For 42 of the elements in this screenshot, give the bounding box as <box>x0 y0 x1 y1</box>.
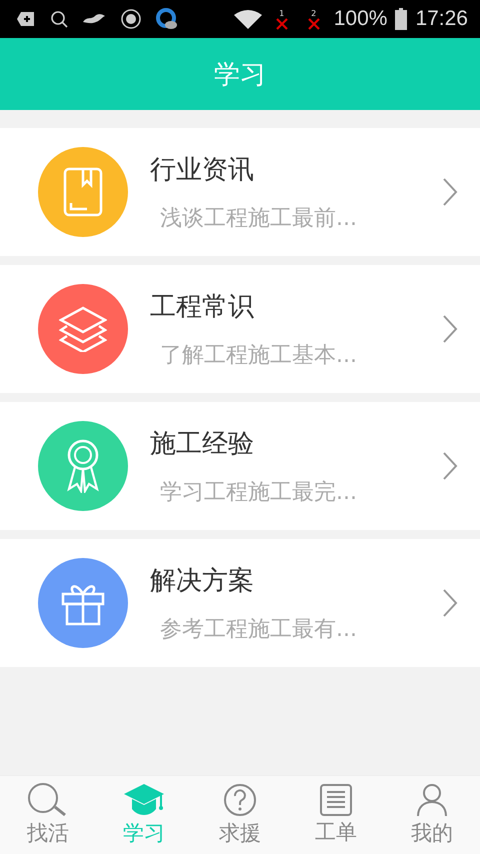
category-card[interactable]: 解决方案 参考工程施工最有... <box>0 539 480 667</box>
category-description: 浅谈工程施工最前... <box>160 204 358 232</box>
category-title: 行业资讯 <box>150 154 255 186</box>
chevron-right-icon <box>442 314 458 344</box>
category-title: 解决方案 <box>150 564 255 598</box>
category-card[interactable]: 行业资讯 浅谈工程施工最前... <box>0 128 480 256</box>
sim-number: 1 <box>279 8 284 18</box>
battery-icon <box>395 8 408 30</box>
category-description: 学习工程施工最完... <box>160 478 358 506</box>
nav-tab[interactable]: 我的 <box>392 783 472 847</box>
list-icon <box>320 784 352 816</box>
help-icon <box>223 783 257 817</box>
person-icon <box>416 783 448 817</box>
sim-number: 2 <box>311 8 316 18</box>
nav-tab[interactable]: 求援 <box>200 783 280 847</box>
chevron-right-icon <box>442 588 458 618</box>
nav-tab[interactable]: 找活 <box>8 783 88 847</box>
award-ribbon-icon <box>65 439 101 493</box>
page-title: 学习 <box>214 58 266 92</box>
layers-icon <box>59 306 107 352</box>
badge-icon <box>120 8 142 30</box>
chevron-right-icon <box>442 177 458 207</box>
category-title: 施工经验 <box>150 428 255 460</box>
category-card[interactable]: 工程常识 了解工程施工基本... <box>0 265 480 393</box>
search-icon <box>27 783 69 817</box>
no-signal-icon <box>308 18 320 30</box>
chevron-right-icon <box>442 451 458 481</box>
wifi-icon <box>234 9 262 29</box>
category-title: 工程常识 <box>150 290 255 324</box>
graduation-cap-icon <box>123 783 165 817</box>
search-icon <box>50 10 68 28</box>
clock: 17:26 <box>415 7 468 31</box>
no-signal-icon <box>276 18 288 30</box>
category-description: 参考工程施工最有... <box>160 616 358 644</box>
cloud-icon <box>156 8 178 30</box>
book-icon <box>63 167 103 217</box>
nav-tab[interactable]: 工单 <box>296 784 376 846</box>
notification-icon <box>16 10 36 28</box>
battery-percent: 100% <box>334 7 388 31</box>
nav-tab[interactable]: 学习 <box>104 783 184 847</box>
category-card[interactable]: 施工经验 学习工程施工最完... <box>0 402 480 530</box>
category-description: 了解工程施工基本... <box>160 342 358 370</box>
